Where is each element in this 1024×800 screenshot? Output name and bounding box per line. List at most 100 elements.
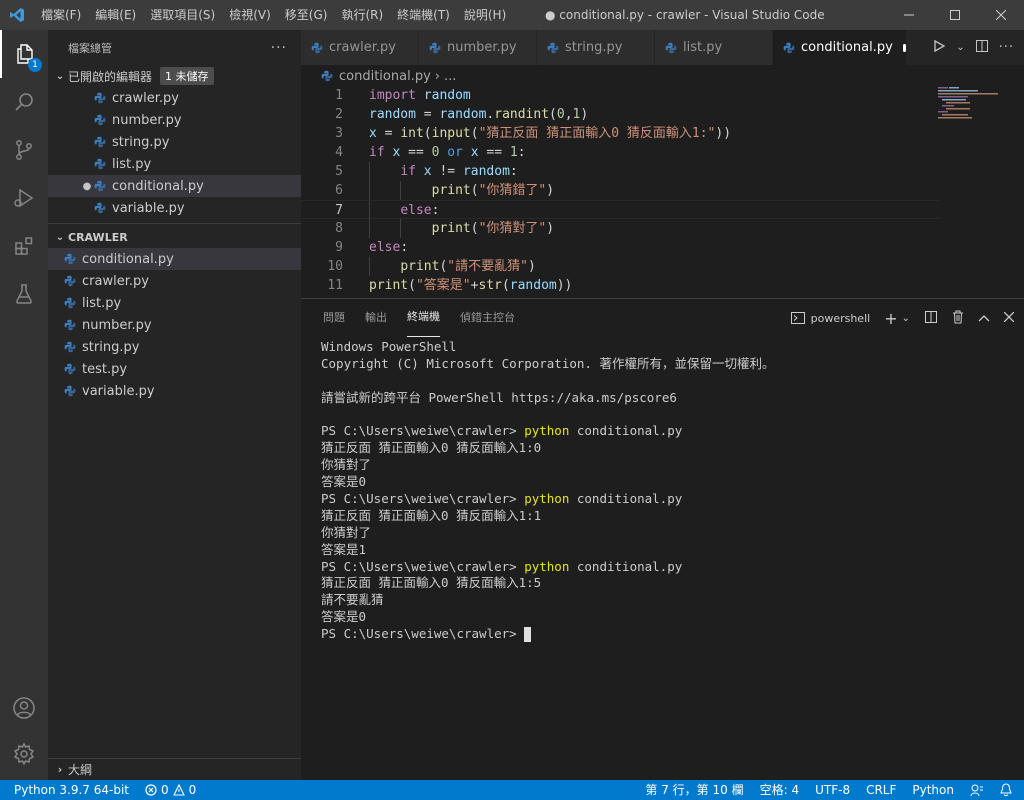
outline-section[interactable]: › 大綱 bbox=[48, 758, 301, 780]
terminal-command: python bbox=[524, 558, 570, 574]
file-item-test[interactable]: test.py bbox=[48, 358, 301, 380]
code-line: 10 print("請不要亂猜") bbox=[301, 257, 941, 276]
terminal-selector[interactable]: powershell bbox=[790, 312, 870, 325]
line-number: 1 bbox=[335, 88, 343, 103]
tab-terminal[interactable]: 終端機 bbox=[407, 299, 440, 337]
terminal-line: Windows PowerShell bbox=[321, 339, 457, 354]
file-item-variable[interactable]: variable.py bbox=[48, 380, 301, 402]
tab-label: string.py bbox=[565, 40, 623, 55]
encoding[interactable]: UTF-8 bbox=[807, 780, 858, 800]
code-line: 3 x = int(input("猜正反面 猜正面輸入0 猜反面輸入1:")) bbox=[301, 124, 941, 143]
breadcrumb: conditional.py › ... bbox=[301, 65, 941, 87]
tab-problems[interactable]: 問題 bbox=[323, 299, 345, 337]
python-file-icon bbox=[64, 253, 76, 265]
file-item-number[interactable]: number.py bbox=[48, 109, 301, 131]
unsaved-dot-icon[interactable] bbox=[902, 43, 906, 52]
run-debug-icon[interactable] bbox=[0, 174, 48, 222]
activity-bar: 1 bbox=[0, 30, 48, 780]
minimap[interactable] bbox=[936, 86, 1010, 126]
file-item-crawler[interactable]: crawler.py bbox=[48, 87, 301, 109]
code-line-current: 7 else: bbox=[301, 200, 941, 220]
account-icon[interactable] bbox=[0, 684, 48, 732]
line-number: 5 bbox=[335, 164, 343, 179]
window-controls bbox=[886, 0, 1024, 30]
python-file-icon bbox=[665, 42, 677, 54]
file-item-string[interactable]: string.py bbox=[48, 131, 301, 153]
tab-conditional[interactable]: conditional.py bbox=[773, 30, 907, 65]
python-file-icon bbox=[547, 42, 559, 54]
run-file-icon[interactable] bbox=[932, 39, 946, 57]
minimize-button[interactable] bbox=[886, 0, 932, 30]
breadcrumb-symbols[interactable]: ... bbox=[444, 69, 456, 84]
window-title: ● conditional.py - crawler - Visual Stud… bbox=[545, 8, 825, 22]
menu-run[interactable]: 執行(R) bbox=[334, 0, 390, 30]
open-editors-section[interactable]: ⌄ 已開啟的編輯器 1 未儲存 bbox=[48, 65, 301, 87]
code-text: if x == 0 or x == 1: bbox=[369, 145, 526, 160]
problems-indicator[interactable]: 0 0 bbox=[137, 780, 204, 800]
python-file-icon bbox=[94, 180, 106, 192]
crawler-folder-section[interactable]: ⌄ CRAWLER bbox=[48, 226, 301, 248]
file-item-list[interactable]: list.py bbox=[48, 292, 301, 314]
tab-output[interactable]: 輸出 bbox=[365, 299, 387, 337]
tab-list[interactable]: list.py bbox=[655, 30, 773, 65]
testing-icon[interactable] bbox=[0, 270, 48, 318]
tab-string[interactable]: string.py bbox=[537, 30, 655, 65]
more-actions-icon[interactable]: ··· bbox=[271, 40, 287, 56]
run-dropdown-chevron-icon[interactable]: ⌄ bbox=[956, 42, 964, 53]
cursor-position[interactable]: 第 7 行，第 10 欄 bbox=[637, 780, 751, 800]
unsaved-dot-icon[interactable]: ● bbox=[80, 181, 94, 192]
breadcrumb-file[interactable]: conditional.py bbox=[339, 69, 431, 84]
file-item-string[interactable]: string.py bbox=[48, 336, 301, 358]
line-ending[interactable]: CRLF bbox=[858, 780, 904, 800]
line-number: 8 bbox=[335, 221, 343, 236]
menu-file[interactable]: 檔案(F) bbox=[34, 0, 88, 30]
python-file-icon bbox=[64, 297, 76, 309]
settings-gear-icon[interactable] bbox=[0, 730, 48, 778]
search-icon[interactable] bbox=[0, 78, 48, 126]
python-file-icon bbox=[311, 42, 323, 54]
close-panel-icon[interactable] bbox=[1003, 311, 1015, 325]
code-text: else: bbox=[369, 240, 409, 255]
tab-crawler[interactable]: crawler.py bbox=[301, 30, 419, 65]
code-editor[interactable]: 1 import random 2 random = random.randint(… bbox=[301, 86, 941, 298]
file-item-list[interactable]: list.py bbox=[48, 153, 301, 175]
python-file-icon bbox=[783, 42, 795, 54]
maximize-panel-chevron-up-icon[interactable] bbox=[978, 312, 990, 325]
terminal-line: 答案是0 bbox=[321, 609, 367, 625]
file-item-conditional[interactable]: ● conditional.py bbox=[48, 175, 301, 197]
line-number: 7 bbox=[335, 203, 343, 218]
split-editor-icon[interactable] bbox=[975, 39, 989, 57]
python-interpreter[interactable]: Python 3.9.7 64-bit bbox=[0, 780, 137, 800]
more-actions-icon[interactable]: ··· bbox=[999, 40, 1014, 55]
file-item-crawler[interactable]: crawler.py bbox=[48, 270, 301, 292]
terminal-argument: conditional.py bbox=[569, 558, 683, 574]
file-item-number[interactable]: number.py bbox=[48, 314, 301, 336]
file-item-variable[interactable]: variable.py bbox=[48, 197, 301, 219]
terminal-dropdown-chevron-icon[interactable]: ⌄ bbox=[902, 313, 910, 324]
menu-go[interactable]: 移至(G) bbox=[278, 0, 335, 30]
menu-help[interactable]: 說明(H) bbox=[457, 0, 513, 30]
menu-view[interactable]: 檢視(V) bbox=[222, 0, 278, 30]
tab-debug-console[interactable]: 偵錯主控台 bbox=[460, 299, 515, 337]
close-button[interactable] bbox=[978, 0, 1024, 30]
extensions-icon[interactable] bbox=[0, 222, 48, 270]
trash-icon[interactable] bbox=[952, 310, 964, 327]
split-terminal-icon[interactable] bbox=[924, 310, 938, 327]
new-terminal-plus-icon[interactable]: + bbox=[884, 309, 897, 328]
menu-edit[interactable]: 編輯(E) bbox=[88, 0, 143, 30]
tab-number[interactable]: number.py bbox=[419, 30, 537, 65]
notifications-bell-icon[interactable] bbox=[992, 780, 1024, 800]
language-mode[interactable]: Python bbox=[904, 780, 962, 800]
panel-actions: powershell + ⌄ bbox=[790, 299, 1015, 337]
menu-terminal[interactable]: 終端機(T) bbox=[390, 0, 457, 30]
indentation[interactable]: 空格: 4 bbox=[752, 780, 808, 800]
file-item-conditional[interactable]: conditional.py bbox=[48, 248, 301, 270]
terminal-output[interactable]: Windows PowerShell Copyright (C) Microsof… bbox=[321, 339, 774, 643]
explorer-icon[interactable]: 1 bbox=[0, 30, 48, 78]
indent-guide bbox=[400, 181, 401, 200]
maximize-button[interactable] bbox=[932, 0, 978, 30]
code-line: 5 if x != random: bbox=[301, 162, 941, 181]
menu-selection[interactable]: 選取項目(S) bbox=[143, 0, 222, 30]
source-control-icon[interactable] bbox=[0, 126, 48, 174]
feedback-icon[interactable] bbox=[962, 780, 992, 800]
